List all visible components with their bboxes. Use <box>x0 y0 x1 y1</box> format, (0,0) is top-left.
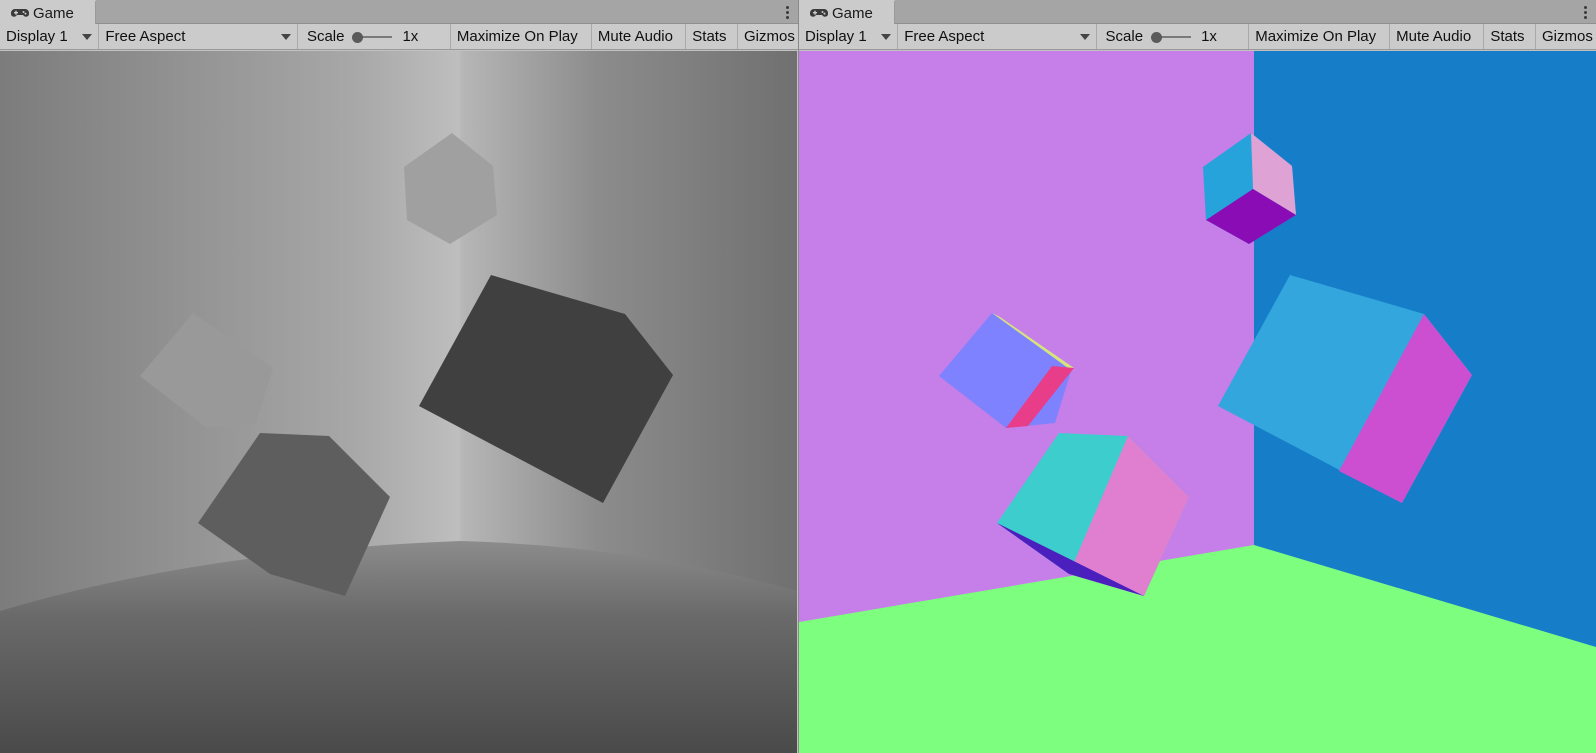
more-options-icon[interactable] <box>782 3 792 21</box>
game-panel-left: Game Display 1 Free Aspect Scale 1x Maxi… <box>0 0 798 753</box>
maximize-label: Maximize On Play <box>1255 28 1377 45</box>
game-toolbar: Display 1 Free Aspect Scale 1x Maximize … <box>0 24 798 50</box>
dropdown-arrow-icon <box>881 34 892 40</box>
mute-audio-button[interactable]: Mute Audio <box>1390 24 1485 49</box>
scale-label: Scale <box>1105 28 1144 45</box>
slider-thumb[interactable] <box>1151 31 1163 43</box>
aspect-dropdown[interactable]: Free Aspect <box>99 24 298 49</box>
tab-game[interactable]: Game <box>799 0 895 24</box>
scale-slider[interactable] <box>1151 31 1192 43</box>
scale-value: 1x <box>1201 28 1217 45</box>
dropdown-arrow-icon <box>1079 34 1090 40</box>
gizmos-button[interactable]: Gizmos <box>1536 24 1596 49</box>
scale-control: Scale 1x <box>1097 24 1250 49</box>
stats-label: Stats <box>1490 28 1525 45</box>
more-options-icon[interactable] <box>1580 3 1590 21</box>
scale-slider[interactable] <box>352 31 393 43</box>
normals-view[interactable] <box>799 51 1596 753</box>
maximize-on-play-button[interactable]: Maximize On Play <box>1249 24 1391 49</box>
gizmos-label: Gizmos <box>744 28 795 45</box>
gamepad-icon <box>11 9 29 17</box>
display-dropdown[interactable]: Display 1 <box>799 24 899 49</box>
dropdown-arrow-icon <box>82 34 93 40</box>
mute-audio-button[interactable]: Mute Audio <box>592 24 687 49</box>
scale-label: Scale <box>306 28 345 45</box>
stats-label: Stats <box>692 28 727 45</box>
aspect-label: Free Aspect <box>105 28 186 45</box>
game-toolbar: Display 1 Free Aspect Scale 1x Maximize … <box>799 24 1596 50</box>
display-label: Display 1 <box>805 28 867 45</box>
gamepad-icon <box>810 9 828 17</box>
mute-label: Mute Audio <box>1396 28 1472 45</box>
maximize-label: Maximize On Play <box>456 28 578 45</box>
scale-control: Scale 1x <box>298 24 451 49</box>
tab-bar: Game <box>799 0 1596 24</box>
tab-bar: Game <box>0 0 798 24</box>
display-dropdown[interactable]: Display 1 <box>0 24 100 49</box>
tab-label: Game <box>33 4 74 22</box>
slider-thumb[interactable] <box>352 31 364 43</box>
maximize-on-play-button[interactable]: Maximize On Play <box>451 24 592 49</box>
depth-view[interactable] <box>0 51 797 753</box>
stats-button[interactable]: Stats <box>1484 24 1536 49</box>
display-label: Display 1 <box>6 28 68 45</box>
aspect-dropdown[interactable]: Free Aspect <box>898 24 1097 49</box>
scale-value: 1x <box>402 28 419 45</box>
gizmos-button[interactable]: Gizmos <box>738 24 798 49</box>
tab-label: Game <box>832 4 873 22</box>
tab-game[interactable]: Game <box>0 0 96 24</box>
aspect-label: Free Aspect <box>904 28 985 45</box>
gizmos-label: Gizmos <box>1542 28 1593 45</box>
mute-label: Mute Audio <box>597 28 673 45</box>
stats-button[interactable]: Stats <box>686 24 738 49</box>
game-panel-right: Game Display 1 Free Aspect Scale 1x Maxi… <box>798 0 1596 753</box>
dropdown-arrow-icon <box>280 34 291 40</box>
